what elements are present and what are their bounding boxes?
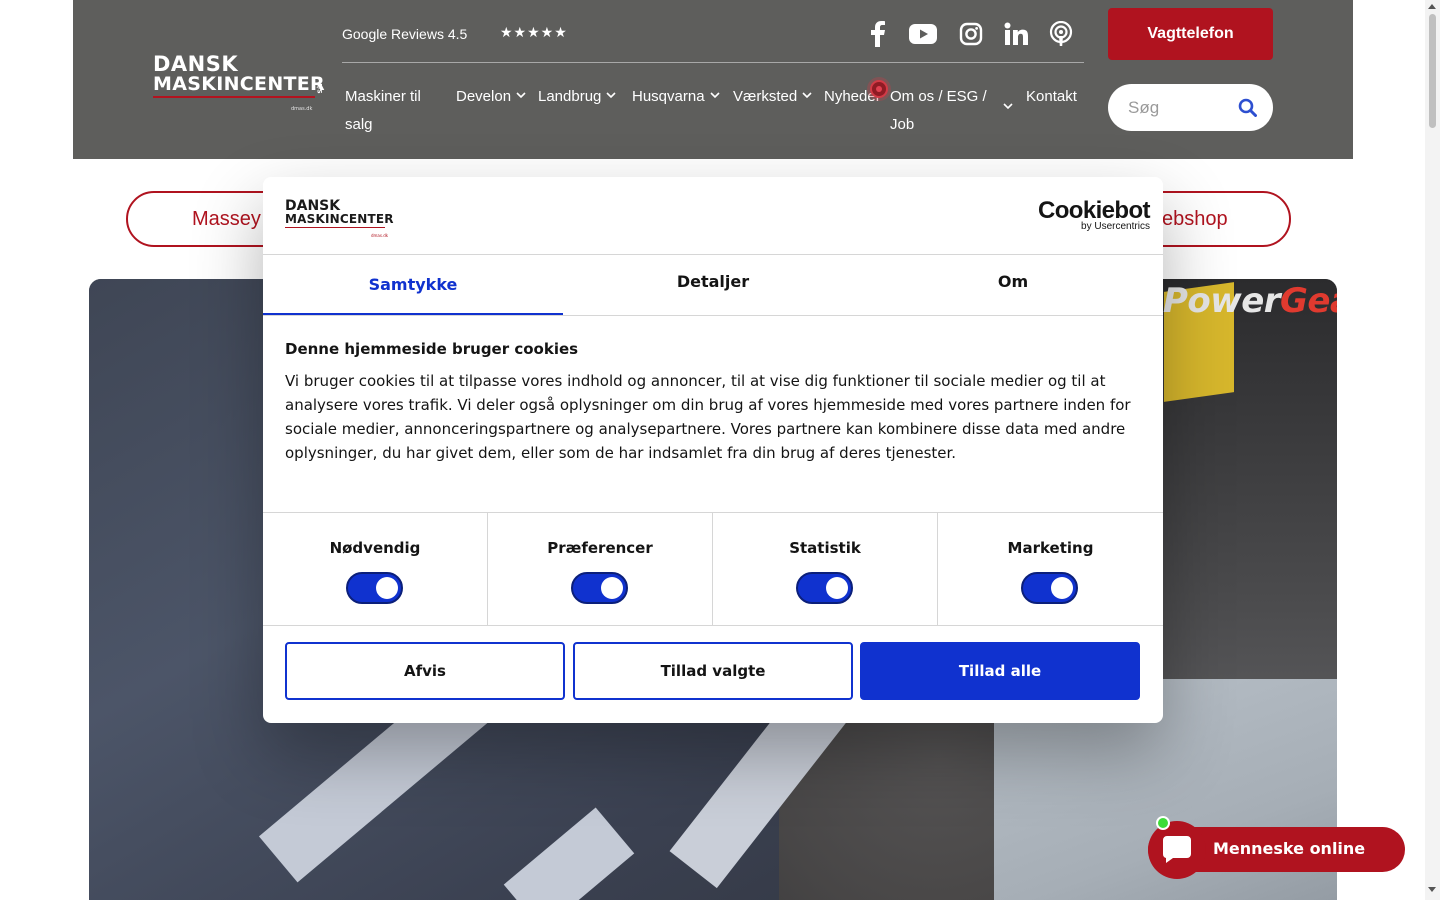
toggle-cell-marketing: Marketing xyxy=(938,513,1163,626)
logo-underline xyxy=(153,96,315,98)
allow-selected-button[interactable]: Tillad valgte xyxy=(573,642,853,700)
reject-button[interactable]: Afvis xyxy=(285,642,565,700)
nav-item-husqvarna[interactable]: Husqvarna xyxy=(632,83,720,111)
toggle-cell-praeferencer: Præferencer xyxy=(488,513,713,626)
nav-item-kontakt[interactable]: Kontakt xyxy=(1026,83,1077,111)
vagttelefon-button[interactable]: Vagttelefon xyxy=(1108,8,1273,60)
chat-label: Menneske online xyxy=(1213,839,1366,858)
tab-samtykke[interactable]: Samtykke xyxy=(263,254,563,316)
chat-bubble[interactable] xyxy=(1148,821,1206,879)
online-status-dot xyxy=(1156,816,1170,830)
notification-dot xyxy=(870,80,888,98)
instagram-icon[interactable] xyxy=(955,18,987,50)
dialog-logo: DANSK MASKINCENTER dmas.dk xyxy=(285,198,394,238)
chevron-down-icon xyxy=(606,92,616,99)
nav-item-maskiner-til-salg[interactable]: Maskiner til salg xyxy=(345,83,435,139)
scroll-up-arrow[interactable] xyxy=(1428,4,1436,9)
chevron-down-icon xyxy=(516,92,526,99)
tab-detaljer[interactable]: Detaljer xyxy=(563,254,863,315)
toggle-statistik[interactable] xyxy=(796,572,853,604)
logo-line-2: MASKINCENTER xyxy=(153,73,325,95)
nav-item-develon[interactable]: Develon xyxy=(456,83,526,111)
nav-item-landbrug[interactable]: Landbrug xyxy=(538,83,616,111)
toggle-cell-statistik: Statistik xyxy=(713,513,938,626)
chevron-down-icon xyxy=(1003,103,1013,110)
google-reviews-label[interactable]: Google Reviews 4.5 xyxy=(342,26,467,42)
toggle-cell-nodvendig: Nødvendig xyxy=(263,513,488,626)
facebook-icon[interactable] xyxy=(862,18,894,50)
search-box xyxy=(1108,84,1273,131)
dialog-description: Vi bruger cookies til at tilpasse vores … xyxy=(285,372,1131,462)
toggle-praeferencer[interactable] xyxy=(571,572,628,604)
toggle-marketing[interactable] xyxy=(1021,572,1078,604)
site-logo[interactable]: DANSK MASKINCENTER A/S dmas.dk xyxy=(153,52,325,112)
nav-item-om-os[interactable]: Om os / ESG / Job xyxy=(890,83,1018,139)
page-scrollbar[interactable] xyxy=(1425,0,1440,900)
youtube-icon[interactable] xyxy=(907,18,939,50)
nav-item-vaerksted[interactable]: Værksted xyxy=(733,83,812,111)
hero-brand-text: PowerGear xyxy=(1163,281,1337,321)
logo-suffix: A/S xyxy=(315,82,323,94)
rating-stars: ★★★★★ xyxy=(500,25,568,41)
chat-widget[interactable]: Menneske online xyxy=(1148,816,1405,879)
consent-toggles: Nødvendig Præferencer Statistik Marketin… xyxy=(263,512,1163,626)
dialog-title: Denne hjemmeside bruger cookies xyxy=(285,340,579,358)
toggle-nodvendig[interactable] xyxy=(346,572,403,604)
cookie-consent-dialog: DANSK MASKINCENTER dmas.dk Cookiebot by … xyxy=(263,177,1163,723)
scroll-down-arrow[interactable] xyxy=(1428,887,1436,892)
scroll-thumb[interactable] xyxy=(1429,14,1436,128)
cookiebot-logo[interactable]: Cookiebot by Usercentrics xyxy=(1038,199,1151,232)
search-input[interactable] xyxy=(1128,97,1238,118)
linkedin-icon[interactable] xyxy=(1000,18,1032,50)
logo-small-text: dmas.dk xyxy=(291,106,313,112)
podcast-icon[interactable] xyxy=(1045,18,1077,50)
allow-all-button[interactable]: Tillad alle xyxy=(860,642,1140,700)
chevron-down-icon xyxy=(802,92,812,99)
tab-om[interactable]: Om xyxy=(863,254,1163,315)
site-header: DANSK MASKINCENTER A/S dmas.dk Google Re… xyxy=(73,0,1353,159)
chat-icon xyxy=(1162,836,1191,863)
search-icon[interactable] xyxy=(1238,98,1257,117)
header-divider xyxy=(342,62,1084,63)
chevron-down-icon xyxy=(709,92,720,99)
logo-line-1: DANSK xyxy=(153,52,239,76)
